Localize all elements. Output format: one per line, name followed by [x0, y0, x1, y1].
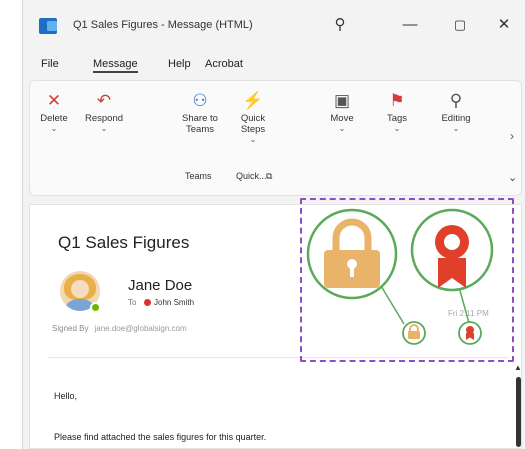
security-highlight-box	[300, 198, 514, 362]
